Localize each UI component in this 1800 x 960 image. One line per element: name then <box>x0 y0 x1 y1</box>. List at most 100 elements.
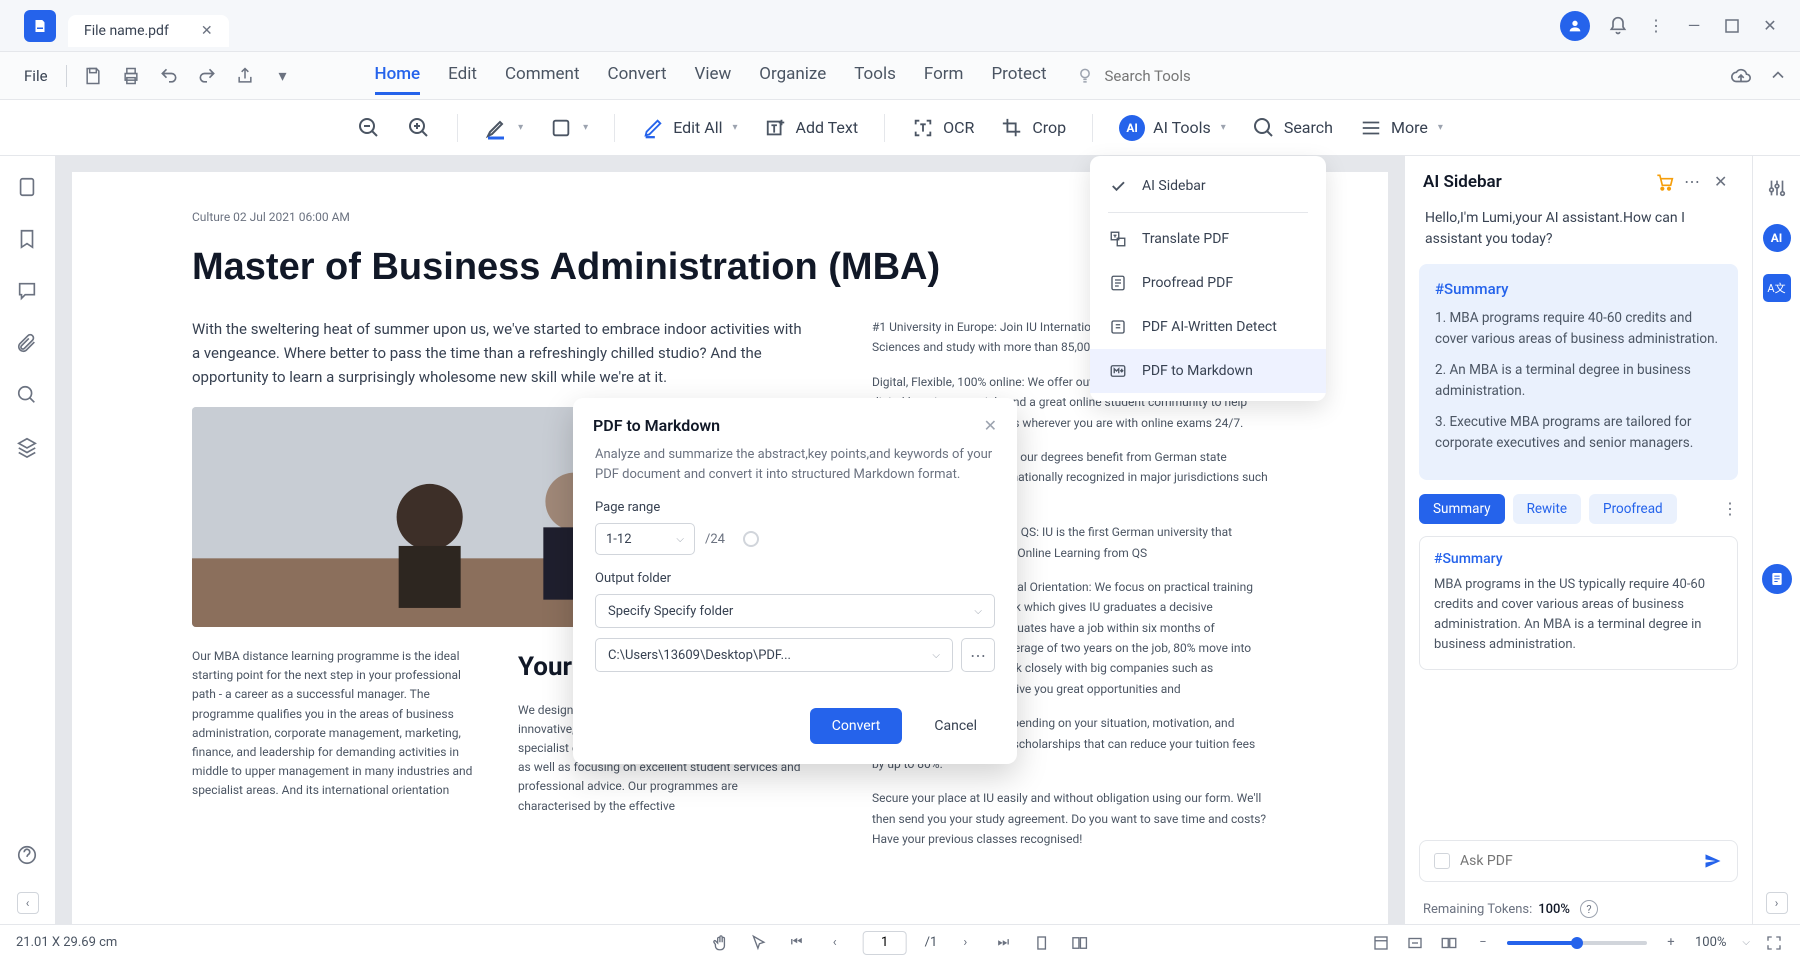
translate-badge-icon[interactable]: A文 <box>1763 274 1791 302</box>
collapse-right-rail-icon[interactable]: › <box>1766 892 1788 914</box>
prev-page-icon[interactable]: ‹ <box>825 933 845 953</box>
zoom-dropdown-icon[interactable]: ⌵ <box>1742 937 1750 948</box>
save-icon[interactable] <box>81 64 105 88</box>
doc-lower-left: Our MBA distance learning programme is t… <box>192 647 486 816</box>
ask-pdf-input[interactable] <box>1460 853 1693 869</box>
chip-summary[interactable]: Summary <box>1419 494 1505 524</box>
minimize-icon[interactable]: — <box>1684 16 1704 36</box>
collapse-ribbon-icon[interactable] <box>1768 65 1788 87</box>
shape-button[interactable]: ▾ <box>549 116 588 140</box>
add-text-button[interactable]: Add Text <box>764 116 859 140</box>
detect-icon <box>1108 317 1128 337</box>
highlight-button[interactable]: ▾ <box>484 116 523 140</box>
page-range-select[interactable]: 1-12 ⌵ <box>595 523 695 555</box>
zoom-out-status-icon[interactable]: − <box>1473 933 1493 953</box>
tab-comment[interactable]: Comment <box>505 56 580 95</box>
settings-sliders-icon[interactable] <box>1763 174 1791 202</box>
share-icon[interactable] <box>233 64 257 88</box>
ai-tools-button[interactable]: AIAI Tools▾ <box>1119 115 1226 141</box>
zoom-in-button[interactable] <box>407 116 431 140</box>
dropdown-caret-icon[interactable]: ▾ <box>271 64 295 88</box>
zoom-in-status-icon[interactable]: + <box>1661 933 1681 953</box>
zoom-slider[interactable] <box>1507 941 1647 945</box>
redo-icon[interactable] <box>195 64 219 88</box>
dialog-close-icon[interactable]: ✕ <box>984 416 997 435</box>
ai-more-icon[interactable]: ⋯ <box>1684 172 1704 192</box>
ai-checkbox[interactable] <box>1434 853 1450 869</box>
dd-ai-written-detect[interactable]: PDF AI-Written Detect <box>1090 305 1326 349</box>
cloud-upload-icon[interactable] <box>1730 65 1752 87</box>
document-badge-icon[interactable] <box>1762 564 1792 594</box>
page-range-radio[interactable] <box>743 531 759 547</box>
read-mode-icon[interactable] <box>1371 933 1391 953</box>
document-tab[interactable]: File name.pdf ✕ <box>68 15 229 47</box>
output-folder-select[interactable]: Specify Specify folder ⌵ <box>595 594 995 628</box>
ai-close-icon[interactable]: ✕ <box>1714 172 1734 192</box>
cart-icon[interactable] <box>1654 172 1674 192</box>
file-menu[interactable]: File <box>12 67 60 85</box>
tokens-value: 100% <box>1538 902 1570 917</box>
dd-translate-pdf[interactable]: Translate PDF <box>1090 217 1326 261</box>
tab-protect[interactable]: Protect <box>991 56 1046 95</box>
ocr-button[interactable]: OCR <box>911 116 974 140</box>
tab-home[interactable]: Home <box>375 56 421 95</box>
more-button[interactable]: More▾ <box>1359 116 1443 140</box>
chip-more-icon[interactable]: ⋮ <box>1722 499 1738 518</box>
first-page-icon[interactable]: ⏮ <box>787 933 807 953</box>
fit-width-icon[interactable] <box>1405 933 1425 953</box>
chip-proofread[interactable]: Proofread <box>1589 494 1677 524</box>
last-page-icon[interactable]: ⏭ <box>993 933 1013 953</box>
chip-rewrite[interactable]: Rewite <box>1513 494 1581 524</box>
dd-pdf-to-markdown[interactable]: PDF to Markdown <box>1090 349 1326 393</box>
single-page-icon[interactable] <box>1031 933 1051 953</box>
thumbnails-icon[interactable] <box>16 176 40 200</box>
page-number-input[interactable] <box>863 931 907 955</box>
zoom-out-button[interactable] <box>357 116 381 140</box>
notifications-icon[interactable] <box>1608 16 1628 36</box>
output-path-select[interactable]: C:\Users\13609\Desktop\PDF... ⌵ <box>595 638 953 672</box>
tab-edit[interactable]: Edit <box>448 56 477 95</box>
dd-proofread-pdf[interactable]: Proofread PDF <box>1090 261 1326 305</box>
toolbar: ▾ ▾ Edit All▾ Add Text OCR Crop AIAI Too… <box>0 100 1800 156</box>
hand-tool-icon[interactable] <box>711 933 731 953</box>
edit-all-button[interactable]: Edit All▾ <box>641 116 737 140</box>
undo-icon[interactable] <box>157 64 181 88</box>
browse-folder-button[interactable]: ⋯ <box>961 638 995 672</box>
fit-page-icon[interactable] <box>1439 933 1459 953</box>
search-button[interactable]: Search <box>1252 116 1333 140</box>
tokens-help-icon[interactable]: ? <box>1580 900 1598 918</box>
attachments-icon[interactable] <box>16 332 40 356</box>
collapse-left-rail-icon[interactable]: ‹ <box>17 892 39 914</box>
maximize-icon[interactable] <box>1722 16 1742 36</box>
statusbar: 21.01 X 29.69 cm ⏮ ‹ /1 › ⏭ − + 100% ⌵ <box>0 924 1800 960</box>
comments-icon[interactable] <box>16 280 40 304</box>
search-panel-icon[interactable] <box>16 384 40 408</box>
tab-organize[interactable]: Organize <box>759 56 826 95</box>
next-page-icon[interactable]: › <box>955 933 975 953</box>
select-tool-icon[interactable] <box>749 933 769 953</box>
crop-button[interactable]: Crop <box>1000 116 1066 140</box>
search-tools-input[interactable] <box>1105 67 1245 85</box>
tab-tools[interactable]: Tools <box>854 56 896 95</box>
user-avatar-icon[interactable] <box>1560 11 1590 41</box>
tab-form[interactable]: Form <box>924 56 964 95</box>
layers-icon[interactable] <box>16 436 40 460</box>
ai-result-text: MBA programs in the US typically require… <box>1434 575 1723 656</box>
app-logo-icon[interactable] <box>24 10 56 42</box>
tab-convert[interactable]: Convert <box>608 56 667 95</box>
dd-ai-sidebar[interactable]: AI Sidebar <box>1090 164 1326 208</box>
chevron-down-icon: ⌵ <box>676 534 684 545</box>
print-icon[interactable] <box>119 64 143 88</box>
close-window-icon[interactable]: ✕ <box>1760 16 1780 36</box>
tab-view[interactable]: View <box>695 56 732 95</box>
send-icon[interactable] <box>1703 851 1723 871</box>
fullscreen-icon[interactable] <box>1764 933 1784 953</box>
more-vertical-icon[interactable]: ⋮ <box>1646 16 1666 36</box>
two-page-icon[interactable] <box>1069 933 1089 953</box>
cancel-button[interactable]: Cancel <box>916 708 995 744</box>
help-icon[interactable] <box>16 844 40 868</box>
ai-badge-icon[interactable]: AI <box>1763 224 1791 252</box>
close-tab-icon[interactable]: ✕ <box>201 23 213 39</box>
bookmarks-icon[interactable] <box>16 228 40 252</box>
convert-button[interactable]: Convert <box>810 708 903 744</box>
